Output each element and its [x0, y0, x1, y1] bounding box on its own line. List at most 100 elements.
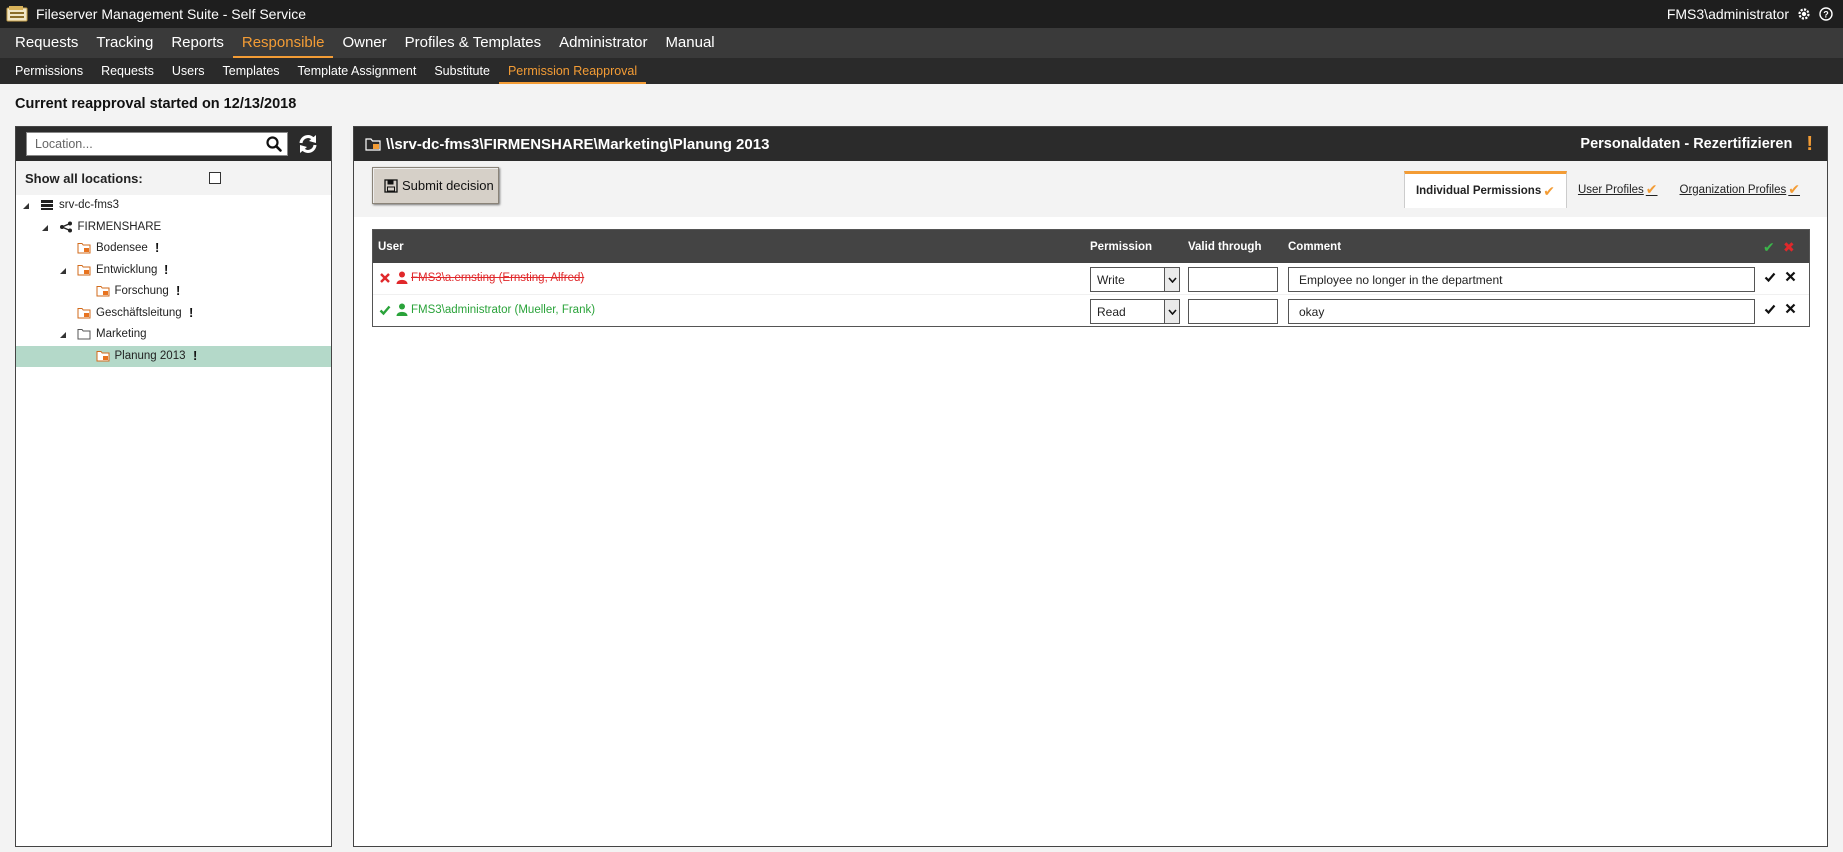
nav-manual[interactable]: Manual — [656, 28, 723, 58]
title-bar: Fileserver Management Suite - Self Servi… — [0, 0, 1843, 28]
tab-label: Organization Profiles — [1679, 183, 1787, 196]
reapproval-category: Personaldaten - Rezertifizieren — [1580, 136, 1793, 152]
expand-toggle-icon[interactable] — [41, 223, 49, 231]
tree-node-label: Planung 2013 — [114, 349, 186, 362]
panel-header: \\srv-dc-fms3\FIRMENSHARE\Marketing\Plan… — [354, 127, 1827, 161]
user-icon — [396, 271, 408, 284]
chevron-down-icon[interactable] — [1164, 300, 1179, 323]
folder-path: \\srv-dc-fms3\FIRMENSHARE\Marketing\Plan… — [386, 135, 770, 153]
nav-profiles-templates[interactable]: Profiles & Templates — [396, 28, 550, 58]
help-icon[interactable]: ? — [1819, 7, 1833, 21]
user-name: FMS3\a.ernsting (Ernsting, Alfred) — [411, 272, 585, 284]
valid-through-input[interactable] — [1188, 267, 1278, 292]
panel-toolbar: Submit decision Individual Permissions ✔ … — [354, 161, 1827, 217]
expand-toggle-icon[interactable] — [59, 266, 67, 274]
expand-toggle-icon[interactable] — [22, 201, 30, 209]
tree-node[interactable]: Bodensee! — [16, 238, 331, 260]
tree-node-label: srv-dc-fms3 — [59, 199, 120, 211]
refresh-icon[interactable] — [296, 132, 320, 156]
chevron-down-icon[interactable] — [1164, 268, 1179, 291]
subnav-substitute[interactable]: Substitute — [425, 58, 499, 84]
show-all-checkbox[interactable] — [209, 172, 221, 184]
user-name: FMS3\administrator (Mueller, Frank) — [411, 304, 596, 316]
tree-node-label: Geschäftsleitung — [96, 306, 182, 319]
subnav-requests[interactable]: Requests — [92, 58, 163, 84]
location-search-bar — [16, 127, 331, 161]
accept-icon[interactable] — [1764, 271, 1776, 283]
flagged-folder-icon — [365, 137, 381, 151]
tree-node-label: Forschung — [114, 285, 169, 297]
check-icon: ✔ — [1788, 181, 1800, 197]
accepted-status-icon — [379, 304, 391, 316]
folder-icon — [77, 328, 91, 340]
tab-organization-profiles[interactable]: Organization Profiles ✔ — [1669, 171, 1811, 208]
tree-node-label: Marketing — [96, 328, 147, 340]
nav-requests[interactable]: Requests — [6, 28, 87, 58]
tab-user-profiles[interactable]: User Profiles ✔ — [1567, 171, 1669, 208]
permission-tabs: Individual Permissions ✔ User Profiles ✔ O… — [1403, 171, 1811, 208]
flagged-folder-icon — [96, 285, 110, 297]
tab-individual-permissions[interactable]: Individual Permissions ✔ — [1403, 171, 1567, 208]
subnav-users[interactable]: Users — [163, 58, 214, 84]
location-search-input[interactable] — [27, 133, 264, 155]
current-user: FMS3\administrator — [1666, 6, 1789, 22]
subnav-permissions[interactable]: Permissions — [6, 58, 92, 84]
check-icon: ✔ — [1543, 182, 1555, 199]
search-icon[interactable] — [264, 134, 284, 154]
sub-nav: Permissions Requests Users Templates Tem… — [0, 58, 1843, 84]
tree-node[interactable]: Planung 2013! — [16, 345, 331, 367]
flagged-folder-icon — [77, 242, 91, 254]
permission-select[interactable]: Write — [1090, 267, 1180, 292]
nav-administrator[interactable]: Administrator — [550, 28, 656, 58]
warning-exclamation-icon: ! — [1806, 132, 1813, 155]
titlebar-right: FMS3\administrator ? — [1667, 6, 1833, 22]
reject-all-icon[interactable]: ✖ — [1783, 239, 1795, 256]
submit-decision-button[interactable]: Submit decision — [372, 167, 499, 204]
comment-input[interactable]: okay — [1288, 299, 1755, 324]
page-title: Current reapproval started on 12/13/2018 — [15, 96, 297, 112]
tree-node[interactable]: Entwicklung! — [16, 260, 331, 282]
tab-label: User Profiles — [1577, 183, 1644, 196]
reapproval-panel: \\srv-dc-fms3\FIRMENSHARE\Marketing\Plan… — [353, 126, 1828, 847]
expand-toggle-icon[interactable] — [59, 330, 67, 338]
tree-node-label: FIRMENSHARE — [77, 220, 162, 233]
column-user: User — [378, 241, 404, 253]
tab-label: Individual Permissions — [1415, 185, 1542, 197]
flagged-folder-icon — [77, 307, 91, 319]
column-permission: Permission — [1090, 241, 1152, 253]
app-title: Fileserver Management Suite - Self Servi… — [36, 6, 306, 22]
reject-icon[interactable] — [1785, 271, 1796, 282]
warning-exclamation-icon: ! — [155, 240, 160, 255]
subnav-template-assignment[interactable]: Template Assignment — [289, 58, 426, 84]
main-nav: Requests Tracking Reports Responsible Ow… — [0, 28, 1843, 58]
gear-icon[interactable] — [1797, 7, 1811, 21]
reject-icon[interactable] — [1785, 303, 1796, 314]
nav-owner[interactable]: Owner — [333, 28, 395, 58]
share-icon — [59, 221, 73, 233]
nav-responsible[interactable]: Responsible — [232, 28, 334, 58]
nav-reports[interactable]: Reports — [162, 28, 233, 58]
tree-node-label: Entwicklung — [96, 263, 158, 276]
nav-tracking[interactable]: Tracking — [87, 28, 162, 58]
accept-all-icon[interactable]: ✔ — [1763, 239, 1775, 256]
tree-node[interactable]: srv-dc-fms3 — [16, 195, 331, 217]
panel-header-right: Personaldaten - Rezertifizieren ! — [1580, 133, 1813, 156]
table-header: User Permission Valid through Comment ✔ … — [373, 230, 1809, 263]
subnav-permission-reapproval[interactable]: Permission Reapproval — [498, 58, 647, 84]
tree-node[interactable]: FIRMENSHARE — [16, 217, 331, 239]
comment-input[interactable]: Employee no longer in the department — [1288, 267, 1755, 292]
app-logo-icon — [6, 5, 28, 23]
tree-node[interactable]: Marketing — [16, 324, 331, 346]
user-icon — [396, 303, 408, 316]
accept-icon[interactable] — [1764, 303, 1776, 315]
tree-node[interactable]: Forschung! — [16, 281, 331, 303]
warning-exclamation-icon: ! — [176, 283, 181, 298]
tree-node[interactable]: Geschäftsleitung! — [16, 303, 331, 325]
check-icon: ✔ — [1645, 181, 1658, 197]
table-body: FMS3\a.ernsting (Ernsting, Alfred) Write E… — [373, 263, 1809, 326]
permission-select[interactable]: Read — [1090, 299, 1180, 324]
subnav-templates[interactable]: Templates — [214, 58, 289, 84]
valid-through-input[interactable] — [1188, 299, 1278, 324]
svg-text:?: ? — [1823, 10, 1829, 20]
table-row: FMS3\administrator (Mueller, Frank) Read o… — [373, 295, 1809, 326]
